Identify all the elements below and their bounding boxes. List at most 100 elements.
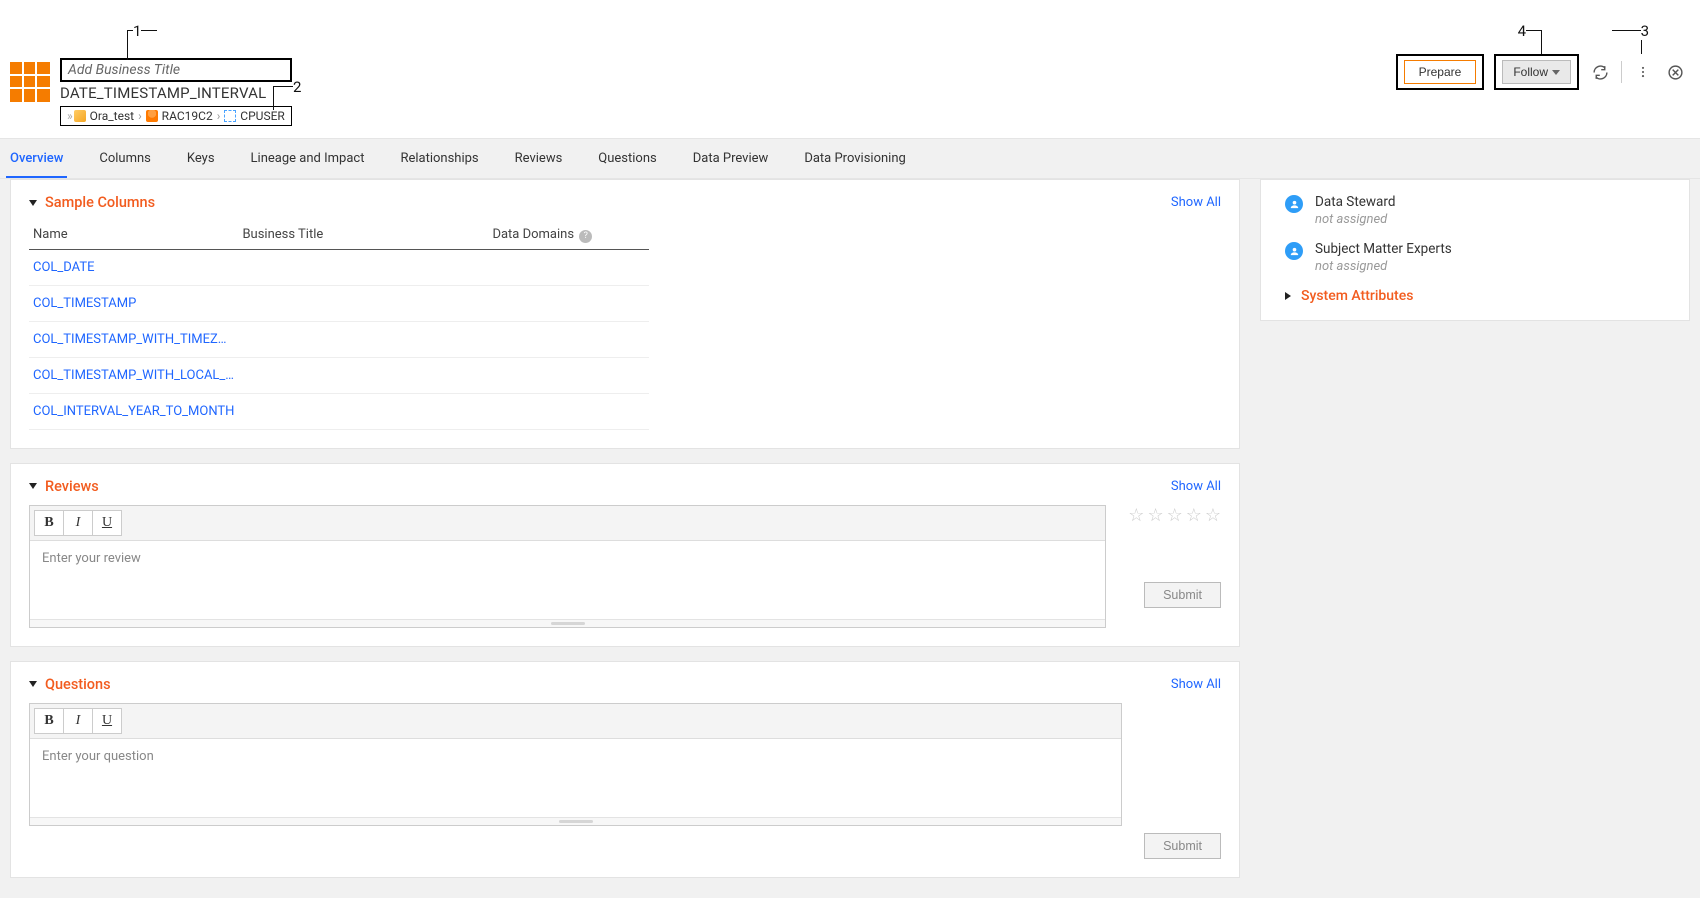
breadcrumb-sep: › — [138, 109, 142, 123]
business-title-input[interactable]: Add Business Title — [60, 58, 292, 82]
tab-reviews[interactable]: Reviews — [511, 139, 567, 178]
bold-button[interactable]: B — [34, 510, 64, 536]
callout-4-line-v — [1541, 30, 1542, 54]
business-title-placeholder: Add Business Title — [68, 62, 180, 78]
action-bar: Prepare Follow — [1396, 54, 1686, 90]
prepare-highlight-box: Prepare — [1396, 54, 1485, 90]
col-link[interactable]: COL_DATE — [29, 249, 238, 285]
questions-title: Questions — [45, 676, 111, 693]
resource-icon — [74, 110, 86, 122]
questions-toggle[interactable]: Questions — [29, 676, 111, 693]
breadcrumb-item-resource[interactable]: Ora_test — [90, 109, 134, 123]
col-link[interactable]: COL_TIMESTAMP — [29, 285, 238, 321]
tab-columns[interactable]: Columns — [95, 139, 155, 178]
follow-label: Follow — [1513, 65, 1548, 79]
resize-handle[interactable] — [30, 619, 1105, 627]
col-link[interactable]: COL_TIMESTAMP_WITH_TIMEZ… — [29, 321, 238, 357]
callout-2-label: 2 — [293, 78, 301, 96]
person-icon — [1285, 195, 1303, 213]
italic-button[interactable]: I — [63, 510, 93, 536]
questions-show-all[interactable]: Show All — [1171, 677, 1221, 692]
reviews-card: Reviews Show All B I U Enter your review — [10, 463, 1240, 647]
role-data-steward: Data Steward not assigned — [1285, 194, 1669, 227]
table-row: COL_TIMESTAMP_WITH_LOCAL_… — [29, 357, 649, 393]
divider — [1621, 61, 1622, 83]
star-icon[interactable]: ☆ — [1147, 505, 1163, 526]
sample-columns-title: Sample Columns — [45, 194, 155, 211]
callout-1-label: 1 — [133, 22, 141, 40]
question-submit-button[interactable]: Submit — [1144, 833, 1221, 859]
th-business: Business Title — [238, 221, 488, 249]
callout-3-label: 3 — [1641, 22, 1649, 40]
review-editor: B I U Enter your review — [29, 505, 1106, 628]
tab-relationships[interactable]: Relationships — [396, 139, 482, 178]
resize-handle[interactable] — [30, 817, 1121, 825]
role-label: Data Steward — [1315, 194, 1395, 210]
table-row: COL_TIMESTAMP — [29, 285, 649, 321]
col-link[interactable]: COL_TIMESTAMP_WITH_LOCAL_… — [29, 357, 238, 393]
callout-4-label: 4 — [1518, 22, 1526, 40]
callout-3-line-h — [1612, 30, 1642, 31]
system-attributes-toggle[interactable]: System Attributes — [1285, 288, 1669, 304]
th-domains-label: Data Domains — [492, 227, 574, 242]
underline-button[interactable]: U — [92, 510, 122, 536]
reviews-show-all[interactable]: Show All — [1171, 479, 1221, 494]
callout-1-line-v — [127, 30, 128, 60]
question-textarea[interactable]: Enter your question — [30, 739, 1121, 817]
col-link[interactable]: COL_INTERVAL_YEAR_TO_MONTH — [29, 393, 238, 429]
table-row: COL_DATE — [29, 249, 649, 285]
italic-button[interactable]: I — [63, 708, 93, 734]
title-block: Add Business Title DATE_TIMESTAMP_INTERV… — [60, 58, 292, 126]
sample-columns-toggle[interactable]: Sample Columns — [29, 194, 155, 211]
questions-card: Questions Show All B I U Enter your ques… — [10, 661, 1240, 878]
disclosure-triangle-icon — [29, 681, 37, 687]
tab-questions[interactable]: Questions — [594, 139, 660, 178]
callout-1-line-h — [127, 30, 157, 31]
person-icon — [1285, 242, 1303, 260]
bold-button[interactable]: B — [34, 708, 64, 734]
table-row: COL_INTERVAL_YEAR_TO_MONTH — [29, 393, 649, 429]
star-rating[interactable]: ☆ ☆ ☆ ☆ ☆ — [1128, 505, 1221, 526]
follow-button[interactable]: Follow — [1502, 60, 1571, 84]
database-icon — [146, 110, 158, 122]
help-icon[interactable]: ? — [579, 230, 592, 243]
disclosure-triangle-icon — [29, 483, 37, 489]
breadcrumb-item-schema[interactable]: CPUSER — [240, 109, 285, 123]
disclosure-triangle-icon — [1285, 292, 1291, 300]
disclosure-triangle-icon — [29, 200, 37, 206]
reviews-toggle[interactable]: Reviews — [29, 478, 99, 495]
role-label: Subject Matter Experts — [1315, 241, 1452, 257]
tab-data-provisioning[interactable]: Data Provisioning — [800, 139, 910, 178]
chevron-down-icon — [1552, 70, 1560, 75]
sample-columns-table: Name Business Title Data Domains ? COL_D… — [29, 221, 649, 430]
star-icon[interactable]: ☆ — [1128, 505, 1144, 526]
role-value: not assigned — [1315, 212, 1395, 227]
workspace: Sample Columns Show All Name Business Ti… — [0, 179, 1700, 898]
star-icon[interactable]: ☆ — [1167, 505, 1183, 526]
tab-data-preview[interactable]: Data Preview — [689, 139, 773, 178]
callout-2-line-h — [273, 86, 293, 87]
question-toolbar: B I U — [30, 704, 1121, 739]
people-card: Data Steward not assigned Subject Matter… — [1260, 179, 1690, 321]
schema-icon — [224, 110, 236, 122]
review-toolbar: B I U — [30, 506, 1105, 541]
sample-columns-show-all[interactable]: Show All — [1171, 195, 1221, 210]
breadcrumb-item-database[interactable]: RAC19C2 — [162, 109, 213, 123]
system-attributes-label: System Attributes — [1301, 288, 1413, 304]
th-name: Name — [29, 221, 238, 249]
tab-overview[interactable]: Overview — [6, 139, 67, 178]
underline-button[interactable]: U — [92, 708, 122, 734]
more-options-icon[interactable] — [1632, 61, 1654, 83]
follow-highlight-box: Follow — [1494, 54, 1579, 90]
review-submit-button[interactable]: Submit — [1144, 582, 1221, 608]
refresh-icon[interactable] — [1589, 61, 1611, 83]
tab-keys[interactable]: Keys — [183, 139, 219, 178]
breadcrumb[interactable]: » Ora_test › RAC19C2 › CPUSER — [60, 106, 292, 126]
question-editor: B I U Enter your question — [29, 703, 1122, 826]
star-icon[interactable]: ☆ — [1205, 505, 1221, 526]
review-textarea[interactable]: Enter your review — [30, 541, 1105, 619]
prepare-button[interactable]: Prepare — [1404, 60, 1477, 84]
star-icon[interactable]: ☆ — [1186, 505, 1202, 526]
close-icon[interactable] — [1664, 61, 1686, 83]
tab-lineage[interactable]: Lineage and Impact — [247, 139, 369, 178]
